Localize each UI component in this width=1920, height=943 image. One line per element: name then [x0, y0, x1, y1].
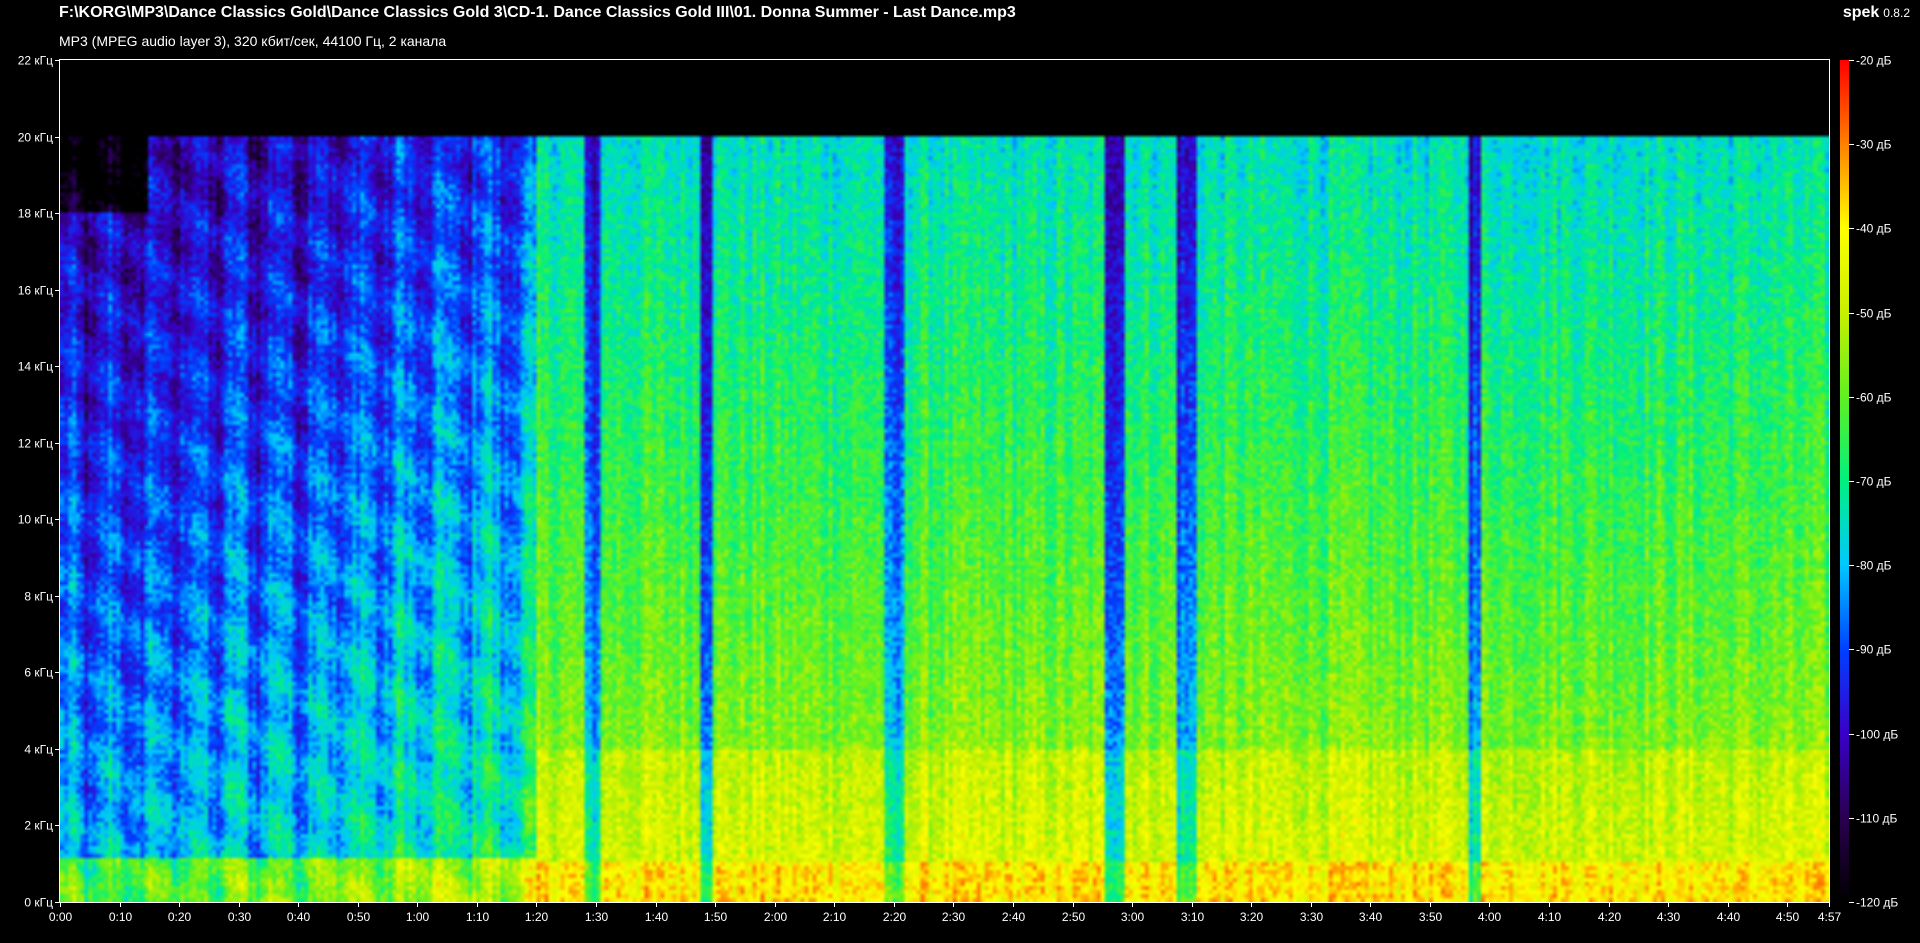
- y-tick-label: 22 кГц: [18, 54, 53, 68]
- spectrogram-chart: 0 кГц 2 кГц 4 кГц 6 кГц 8 кГц 10 кГц 12 кГц 14 …: [18, 54, 1899, 925]
- x-tick-label: 1:00: [406, 910, 430, 924]
- colorbar-tick-label: -70 дБ: [1856, 475, 1892, 489]
- colorbar-tick-label: -40 дБ: [1856, 222, 1892, 236]
- x-tick-label: 4:00: [1478, 910, 1502, 924]
- x-tick-label: 3:20: [1240, 910, 1264, 924]
- x-tick-label: 3:30: [1300, 910, 1324, 924]
- colorbar-tick-label: -30 дБ: [1856, 138, 1892, 152]
- x-tick-label: 4:40: [1717, 910, 1741, 924]
- colorbar-tick-label: -100 дБ: [1856, 728, 1898, 742]
- y-tick-label: 0 кГц: [24, 896, 53, 910]
- y-tick-label: 14 кГц: [18, 360, 53, 374]
- colorbar-ticks: -20 дБ -30 дБ -40 дБ -50 дБ -60 дБ -70 дБ -80 …: [1849, 54, 1898, 910]
- y-tick-label: 16 кГц: [18, 284, 53, 298]
- colorbar-tick-label: -20 дБ: [1856, 54, 1892, 68]
- x-tick-label: 1:50: [704, 910, 728, 924]
- x-tick-label: 0:20: [168, 910, 192, 924]
- colorbar-tick-label: -110 дБ: [1856, 812, 1897, 826]
- colorbar-tick-label: -60 дБ: [1856, 391, 1892, 405]
- x-tick-label: 1:40: [645, 910, 669, 924]
- x-tick-label: 4:30: [1657, 910, 1681, 924]
- x-tick-label: 0:00: [49, 910, 73, 924]
- colorbar-tick-label: -50 дБ: [1856, 307, 1892, 321]
- x-tick-label: 4:57: [1818, 910, 1842, 924]
- x-tick-label: 4:50: [1776, 910, 1800, 924]
- x-tick-label: 4:20: [1598, 910, 1622, 924]
- x-tick-label: 0:50: [347, 910, 371, 924]
- x-tick-label: 4:10: [1538, 910, 1562, 924]
- x-tick-label: 1:20: [525, 910, 549, 924]
- x-tick-label: 2:10: [823, 910, 847, 924]
- y-tick-label: 6 кГц: [24, 666, 53, 680]
- x-tick-label: 1:30: [585, 910, 609, 924]
- x-tick-label: 2:40: [1002, 910, 1026, 924]
- y-tick-label: 4 кГц: [24, 743, 53, 757]
- x-tick-label: 0:10: [109, 910, 133, 924]
- x-tick-label: 3:10: [1181, 910, 1205, 924]
- y-tick-label: 2 кГц: [24, 819, 53, 833]
- y-tick-label: 20 кГц: [18, 131, 53, 145]
- x-tick-label: 3:40: [1359, 910, 1383, 924]
- y-tick-label: 8 кГц: [24, 590, 53, 604]
- y-tick-label: 12 кГц: [18, 437, 53, 451]
- x-tick-label: 2:30: [942, 910, 966, 924]
- colorbar-tick-label: -120 дБ: [1856, 896, 1898, 910]
- y-tick-label: 18 кГц: [18, 207, 53, 221]
- colorbar-tick-label: -90 дБ: [1856, 643, 1892, 657]
- x-tick-label: 1:10: [466, 910, 490, 924]
- x-tick-label: 2:00: [764, 910, 788, 924]
- x-tick-label: 3:50: [1419, 910, 1443, 924]
- x-tick-label: 2:50: [1062, 910, 1086, 924]
- x-tick-label: 2:20: [883, 910, 907, 924]
- colorbar: [1840, 60, 1849, 902]
- y-tick-label: 10 кГц: [18, 513, 53, 527]
- x-tick-label: 0:40: [287, 910, 311, 924]
- x-tick-label: 0:30: [228, 910, 252, 924]
- x-tick-label: 3:00: [1121, 910, 1145, 924]
- colorbar-tick-label: -80 дБ: [1856, 559, 1892, 573]
- spectrogram-image: [60, 60, 1829, 902]
